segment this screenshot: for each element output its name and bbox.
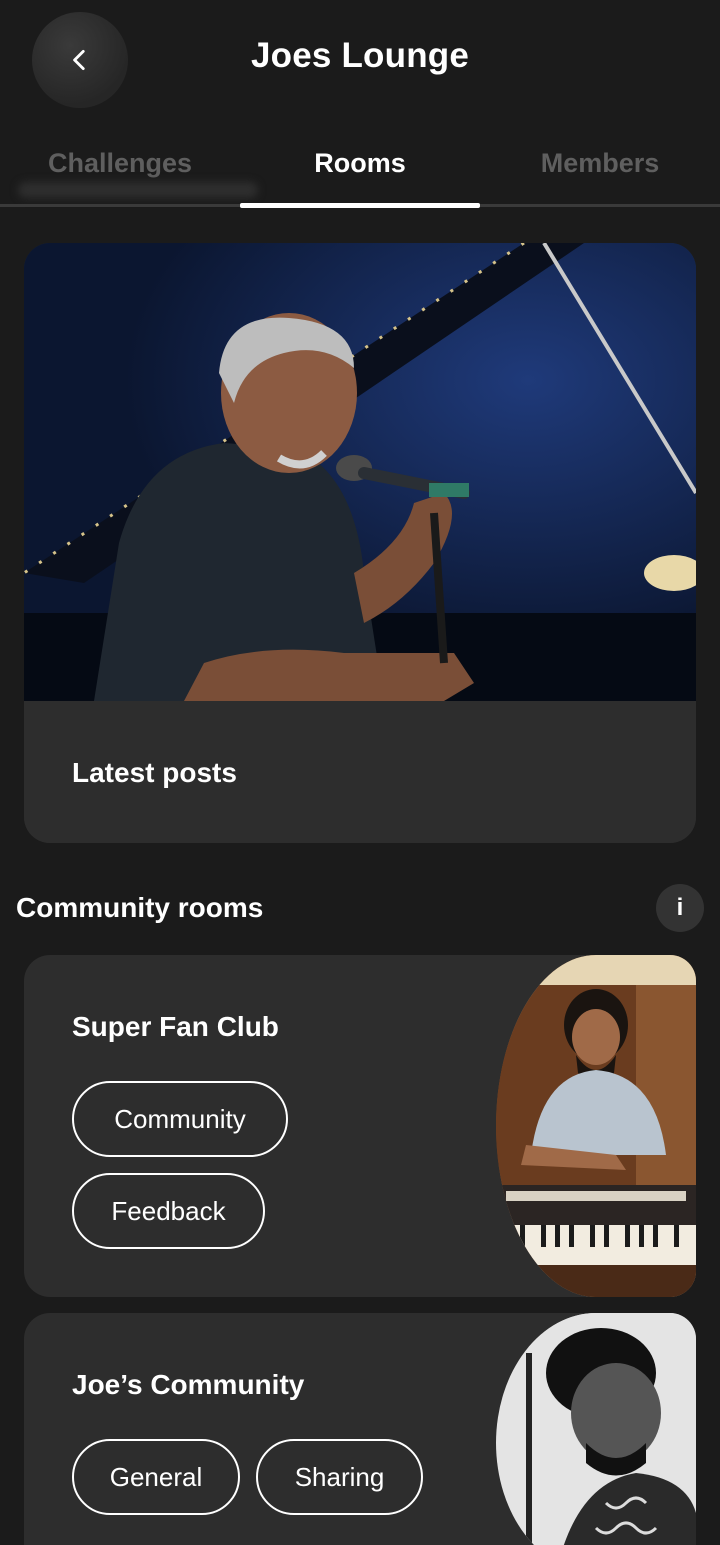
room-name: Joe’s Community [72,1369,305,1400]
tab-members[interactable]: Members [480,148,720,179]
app-screen: Joes Lounge Challenges Rooms Members Lat… [0,0,720,1545]
room-thumbnail [496,1313,696,1545]
header: Joes Lounge [0,0,720,120]
info-button[interactable]: i [656,884,704,932]
latest-posts-title: Latest posts [72,757,237,788]
singer-at-piano-illustration [24,243,696,701]
bw-musician-photo-illustration [496,1313,696,1545]
tab-challenges[interactable]: Challenges [0,148,240,179]
tab-blur-overlay [18,182,258,198]
room-card-joes-community[interactable]: Joe’s Community General Sharing [24,1313,696,1545]
active-tab-indicator [240,203,480,208]
tag-chip-community[interactable]: Community [72,1081,288,1157]
room-name: Super Fan Club [72,1011,279,1042]
latest-posts-card[interactable]: Latest posts [24,243,696,843]
hero-photo [24,243,696,701]
community-rooms-title: Community rooms [16,892,264,923]
tab-bar: Challenges Rooms Members [0,130,720,210]
tag-chip-general[interactable]: General [72,1439,240,1515]
tag-chip-feedback[interactable]: Feedback [72,1173,265,1249]
tab-rooms[interactable]: Rooms [240,148,480,179]
latest-posts-footer: Latest posts [24,701,696,843]
room-card-super-fan-club[interactable]: Super Fan Club Community Feedback [24,955,696,1297]
tag-chip-sharing[interactable]: Sharing [256,1439,423,1515]
info-icon: i [676,894,684,921]
keyboardist-photo-illustration [496,955,696,1297]
page-title: Joes Lounge [250,36,470,75]
room-thumbnail [496,955,696,1297]
